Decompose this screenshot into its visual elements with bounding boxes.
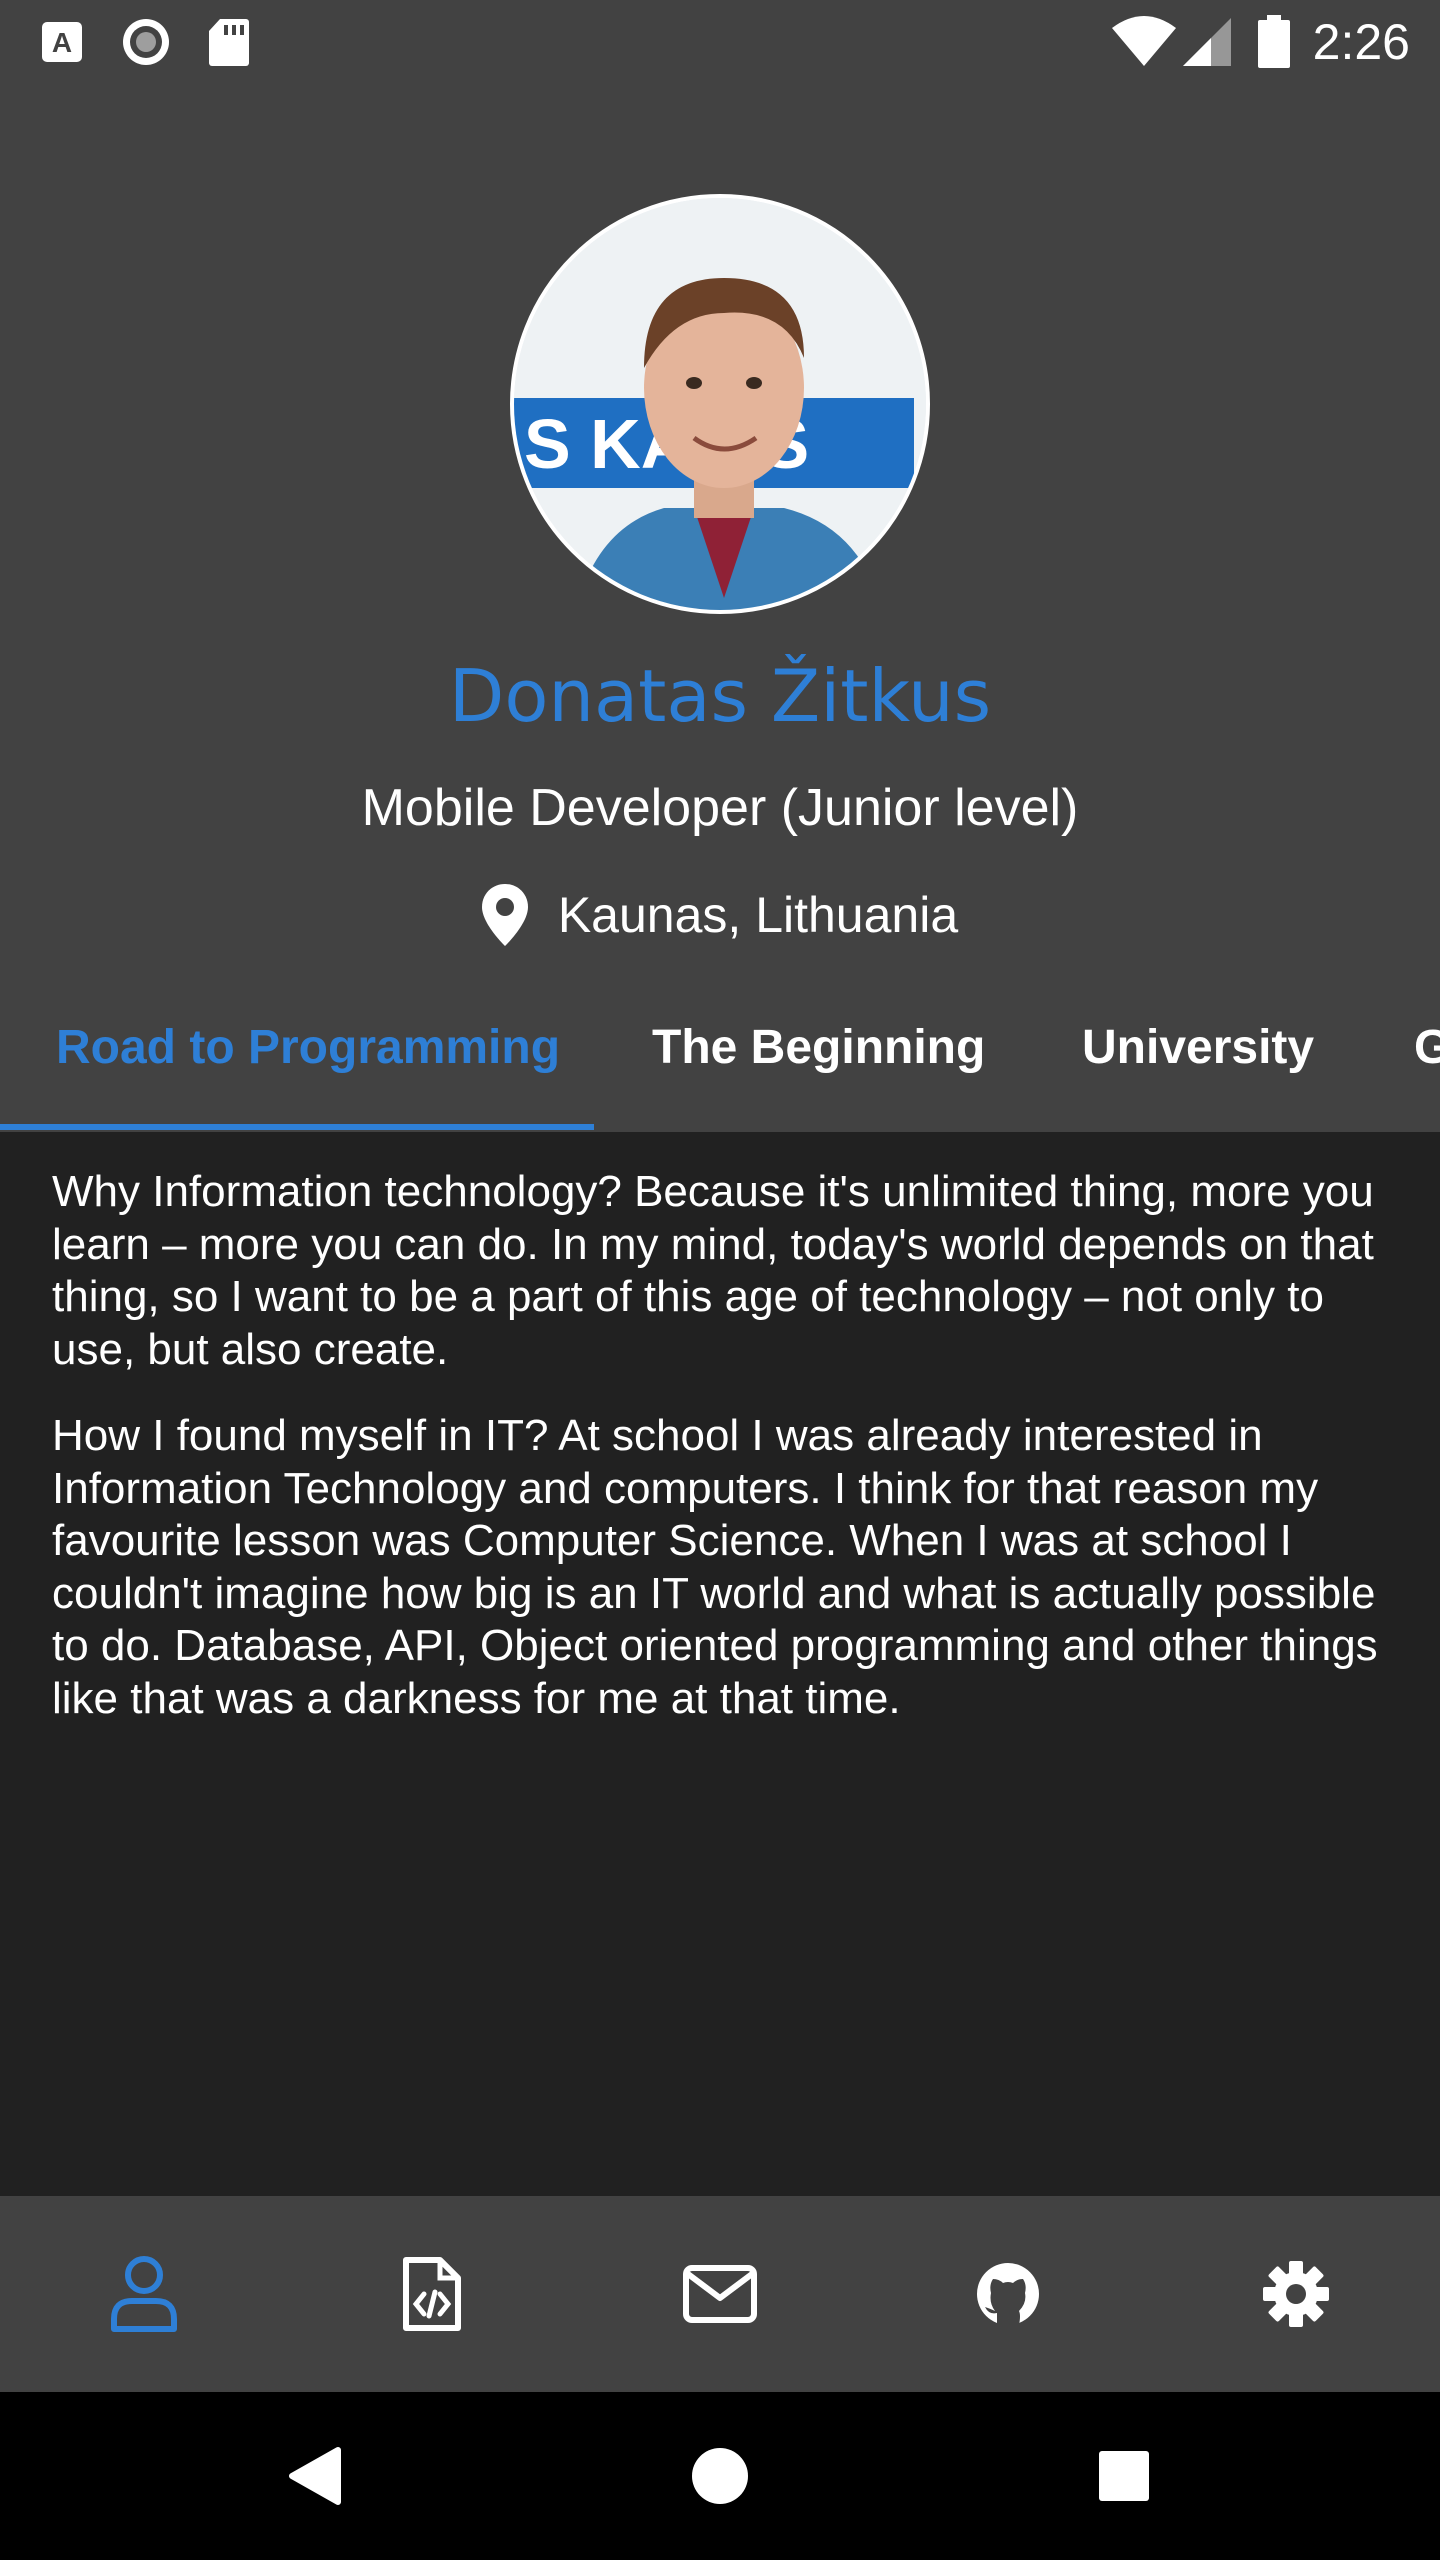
code-file-icon <box>403 2257 461 2331</box>
profile-header: S KA OS Donatas Žitkus Mobile Developer … <box>0 84 1440 1134</box>
tab-the-beginning[interactable]: The Beginning <box>652 1020 985 1075</box>
status-bar-left-icons: A <box>40 18 250 66</box>
content-paragraph: How I found myself in IT? At school I wa… <box>52 1411 1378 1723</box>
tab-university[interactable]: University <box>1082 1020 1314 1075</box>
status-clock: 2:26 <box>1312 14 1410 70</box>
home-button[interactable] <box>620 2392 820 2560</box>
tab-next-partial[interactable]: G <box>1414 1020 1440 1075</box>
nav-profile[interactable] <box>0 2196 288 2392</box>
a-badge-icon: A <box>42 22 82 62</box>
person-icon <box>111 2256 177 2332</box>
battery-icon <box>1257 15 1290 68</box>
status-bar-right-icons: 2:26 <box>1111 14 1410 70</box>
gear-icon <box>1263 2261 1329 2327</box>
svg-text:A: A <box>52 27 72 58</box>
back-triangle-icon <box>289 2447 341 2505</box>
nav-github[interactable] <box>864 2196 1152 2392</box>
profile-name: Donatas Žitkus <box>448 654 992 738</box>
sd-card-icon <box>209 19 249 66</box>
record-icon <box>123 19 169 65</box>
nav-contact[interactable] <box>576 2196 864 2392</box>
wifi-icon <box>1111 16 1176 66</box>
location-text: Kaunas, Lithuania <box>557 887 959 943</box>
tab-road-to-programming[interactable]: Road to Programming <box>56 1020 560 1075</box>
bottom-navigation <box>0 2196 1440 2392</box>
back-button[interactable] <box>214 2392 414 2560</box>
status-bar: A 2:26 <box>0 0 1440 84</box>
content-paragraph: Why Information technology? Because it's… <box>52 1167 1374 1374</box>
section-tabs: Road to Programming The Beginning Univer… <box>0 960 1440 1132</box>
tab-content: Why Information technology? Because it's… <box>0 1132 1440 2196</box>
profile-avatar[interactable]: S KA OS <box>510 194 930 614</box>
envelope-icon <box>683 2265 757 2323</box>
tab-indicator <box>0 1124 594 1130</box>
profile-role: Mobile Developer (Junior level) <box>361 779 1079 837</box>
avatar-photo: S KA OS <box>514 198 926 610</box>
github-icon <box>977 2263 1039 2325</box>
profile-location: Kaunas, Lithuania <box>0 884 1440 946</box>
home-circle-icon <box>692 2448 748 2504</box>
cell-signal-icon <box>1182 18 1231 66</box>
system-navigation-bar <box>0 2392 1440 2560</box>
nav-projects[interactable] <box>288 2196 576 2392</box>
location-pin-icon <box>481 884 528 946</box>
nav-settings[interactable] <box>1152 2196 1440 2392</box>
recents-button[interactable] <box>1024 2392 1224 2560</box>
recents-square-icon <box>1099 2451 1149 2501</box>
